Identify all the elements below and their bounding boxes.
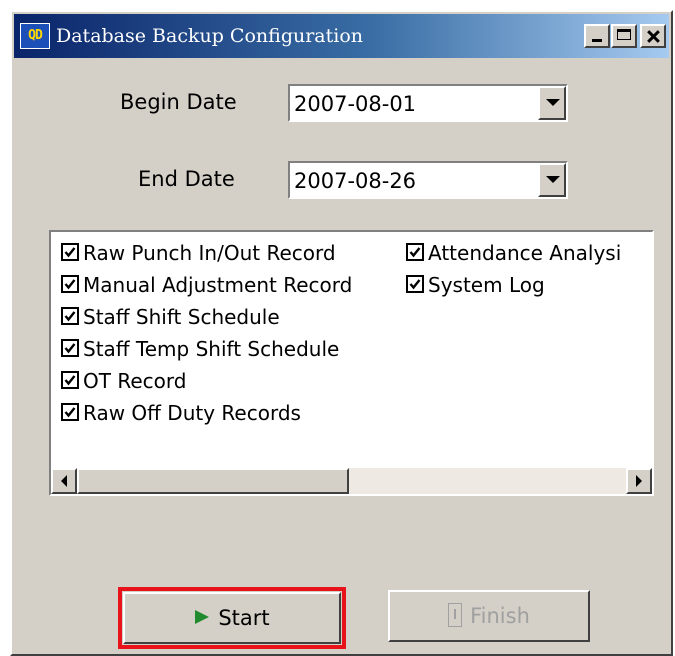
backup-items-list[interactable]: Raw Punch In/Out Record Manual Adjustment… [49, 230, 654, 496]
app-icon[interactable]: QD [20, 23, 50, 49]
finish-button[interactable]: Finish [388, 590, 590, 642]
minimize-button[interactable] [584, 24, 610, 48]
checkbox[interactable] [61, 371, 79, 389]
begin-date-value: 2007-08-01 [294, 92, 417, 116]
dropdown-arrow-icon [546, 99, 560, 106]
backup-item-label: System Log [428, 273, 545, 297]
checkmark-icon [64, 407, 76, 418]
end-date-label: End Date [138, 167, 235, 191]
begin-date-dropdown-button[interactable] [538, 86, 566, 120]
checkbox[interactable] [61, 403, 79, 421]
end-date-dropdown-button[interactable] [538, 163, 566, 197]
checkmark-icon [64, 375, 76, 386]
checkbox[interactable] [61, 307, 79, 325]
checkmark-icon [64, 279, 76, 290]
start-button[interactable]: Start [123, 592, 341, 644]
backup-item-label: Attendance Analysi [428, 241, 622, 265]
checkmark-icon [64, 247, 76, 258]
window-title: Database Backup Configuration [56, 25, 364, 47]
dropdown-arrow-icon [546, 176, 560, 183]
backup-item-label: Manual Adjustment Record [83, 273, 353, 297]
checkmark-icon [409, 247, 421, 258]
checkbox[interactable] [61, 339, 79, 357]
backup-item-label: Staff Temp Shift Schedule [83, 337, 340, 361]
checkmark-icon [64, 311, 76, 322]
scroll-thumb[interactable] [77, 468, 349, 494]
checkbox[interactable] [61, 275, 79, 293]
checkmark-icon [64, 343, 76, 354]
maximize-button[interactable] [611, 24, 637, 48]
finish-icon [448, 603, 463, 627]
begin-date-dropdown[interactable]: 2007-08-01 [288, 84, 568, 122]
scroll-right-icon [636, 475, 642, 487]
scroll-left-icon [61, 475, 67, 487]
begin-date-label: Begin Date [120, 90, 237, 114]
checkbox[interactable] [406, 243, 424, 261]
end-date-value: 2007-08-26 [294, 169, 417, 193]
backup-item-label: OT Record [83, 369, 187, 393]
backup-item-label: Staff Shift Schedule [83, 305, 280, 329]
play-icon [195, 610, 210, 624]
close-button[interactable] [640, 24, 666, 48]
end-date-dropdown[interactable]: 2007-08-26 [288, 161, 568, 199]
scroll-left-button[interactable] [51, 468, 77, 494]
checkbox[interactable] [406, 275, 424, 293]
backup-item-label: Raw Off Duty Records [83, 401, 301, 425]
checkmark-icon [409, 279, 421, 290]
start-button-label: Start [218, 606, 270, 630]
finish-button-label: Finish [470, 604, 530, 628]
checkbox[interactable] [61, 243, 79, 261]
horizontal-scrollbar[interactable] [51, 468, 652, 494]
scroll-right-button[interactable] [626, 468, 652, 494]
backup-item-label: Raw Punch In/Out Record [83, 241, 336, 265]
title-bar[interactable]: QD Database Backup Configuration [14, 14, 669, 58]
backup-config-window: QD Database Backup Configuration Begin D… [10, 10, 673, 656]
